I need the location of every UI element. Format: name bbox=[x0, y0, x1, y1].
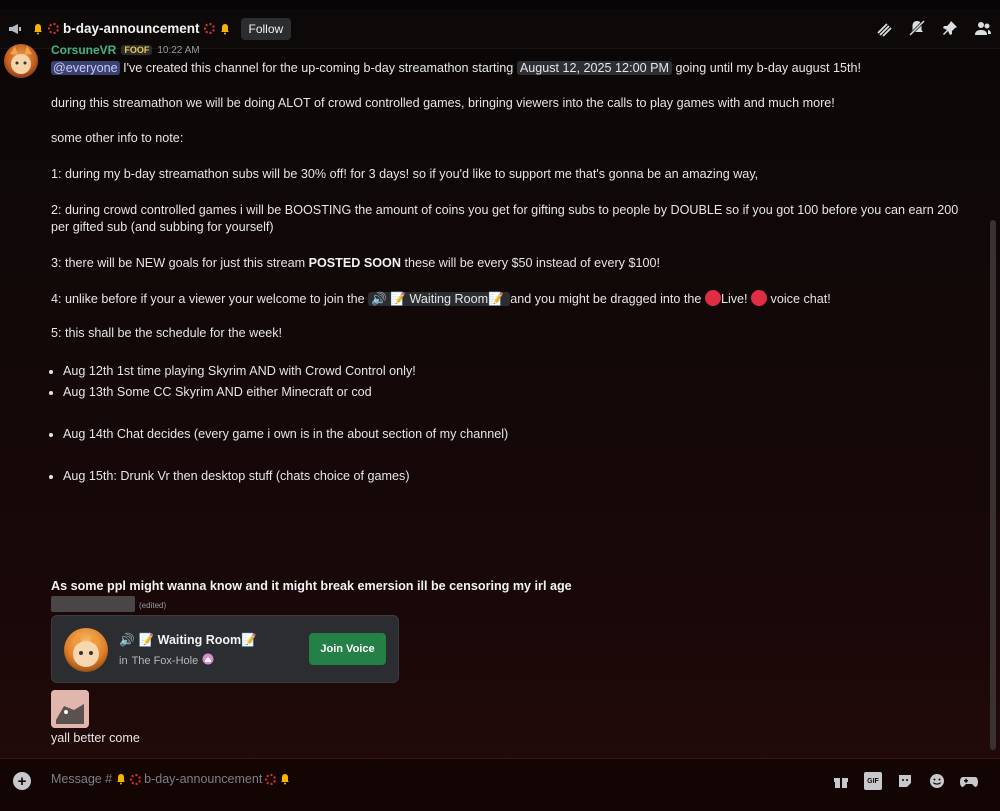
message-text: 4: unlike before if your a viewer your w… bbox=[51, 292, 365, 306]
placeholder-channel: b-day-announcement bbox=[144, 772, 263, 786]
voice-room-name: 🔊 📝 Waiting Room📝 bbox=[119, 633, 257, 648]
ring-icon bbox=[130, 773, 142, 785]
ring-icon bbox=[203, 23, 215, 34]
speaker-icon: 🔊 bbox=[371, 292, 387, 306]
follow-button[interactable]: Follow bbox=[240, 17, 292, 40]
server-name: The Fox-Hole bbox=[131, 654, 199, 667]
voice-invite-card: 🔊 📝 Waiting Room📝 in The Fox-Hole Join V… bbox=[51, 615, 399, 683]
message-line-1: @everyone I've created this channel for … bbox=[51, 60, 971, 77]
message-text: going until my b-day august 15th! bbox=[675, 61, 861, 75]
red-circle-icon bbox=[704, 290, 721, 306]
message-paragraph: some other info to note: bbox=[51, 131, 184, 145]
bell-icon bbox=[279, 773, 291, 785]
activities-icon[interactable] bbox=[960, 772, 978, 790]
message-text: these will be every $50 instead of every… bbox=[404, 256, 660, 270]
channel-name: b-day-announcement bbox=[63, 21, 200, 36]
message-text: voice chat! bbox=[770, 292, 831, 306]
message-time: 10:22 AM bbox=[157, 44, 200, 56]
list-item: Aug 15th: Drunk Vr then desktop stuff (c… bbox=[63, 469, 410, 483]
announcement-channel-icon bbox=[6, 20, 24, 38]
threads-icon[interactable] bbox=[875, 19, 893, 37]
list-item: Aug 13th Some CC Skyrim AND either Minec… bbox=[63, 385, 372, 399]
channel-header: b-day-announcement Follow bbox=[0, 9, 1000, 49]
join-voice-button[interactable]: Join Voice bbox=[309, 633, 386, 665]
message-text: and you might be dragged into the bbox=[510, 292, 702, 306]
edited-label: (edited) bbox=[139, 601, 167, 610]
ring-icon bbox=[265, 773, 277, 785]
sticker-icon[interactable] bbox=[896, 772, 914, 790]
bold-note: As some ppl might wanna know and it migh… bbox=[51, 579, 572, 593]
message-text: I've created this channel for the up-com… bbox=[123, 61, 514, 75]
red-circle-icon bbox=[751, 290, 768, 306]
message-paragraph: 3: there will be NEW goals for just this… bbox=[51, 255, 971, 272]
bell-icon bbox=[32, 23, 44, 35]
message-text: Live! bbox=[720, 292, 748, 306]
scrollbar[interactable] bbox=[990, 220, 996, 750]
role-tag: FOOF bbox=[121, 45, 153, 55]
window-top-strip bbox=[0, 0, 1000, 9]
message-paragraph: during this streamathon we will be doing… bbox=[51, 96, 835, 110]
gift-icon[interactable] bbox=[832, 772, 850, 790]
list-item: Aug 12th 1st time playing Skyrim AND wit… bbox=[63, 364, 416, 378]
speaker-icon: 🔊 bbox=[119, 633, 135, 647]
message-composer: + Message # b-day-announcement GIF bbox=[0, 758, 1000, 811]
author-row: CorsuneVR FOOF 10:22 AM bbox=[51, 44, 200, 56]
server-prefix: in bbox=[119, 654, 128, 667]
user-avatar-sticker bbox=[51, 690, 89, 728]
voice-room-label: 📝 Waiting Room📝 bbox=[138, 633, 257, 647]
bell-icon bbox=[115, 773, 127, 785]
server-avatar bbox=[64, 628, 108, 672]
add-attachment-icon[interactable]: + bbox=[13, 772, 31, 790]
gif-icon[interactable]: GIF bbox=[864, 772, 882, 790]
channel-chip[interactable]: 🔊 📝 Waiting Room📝 bbox=[368, 292, 511, 306]
composer-toolbar: GIF bbox=[832, 772, 978, 790]
list-item: Aug 14th Chat decides (every game i own … bbox=[63, 427, 508, 441]
bold-text: POSTED SOON bbox=[308, 256, 401, 270]
message-paragraph: 1: during my b-day streamathon subs will… bbox=[51, 167, 759, 181]
ring-icon bbox=[48, 23, 59, 34]
everyone-mention[interactable]: @everyone bbox=[51, 61, 120, 75]
message-input[interactable]: Message # b-day-announcement bbox=[51, 772, 291, 786]
header-toolbar bbox=[875, 19, 992, 37]
voice-server: in The Fox-Hole bbox=[119, 653, 214, 668]
followup-message: yall better come bbox=[51, 731, 140, 745]
message-paragraph: 2: during crowd controlled games i will … bbox=[51, 203, 959, 234]
placeholder-prefix: Message # bbox=[51, 772, 113, 786]
message-paragraph: 5: this shall be the schedule for the we… bbox=[51, 326, 283, 340]
channel-chip-label: 📝 Waiting Room📝 bbox=[390, 292, 504, 306]
author-name[interactable]: CorsuneVR bbox=[51, 44, 116, 56]
timestamp-chip[interactable]: August 12, 2025 12:00 PM bbox=[516, 61, 672, 75]
message-paragraph: 4: unlike before if your a viewer your w… bbox=[51, 290, 971, 308]
bell-icon bbox=[219, 23, 231, 35]
author-avatar[interactable] bbox=[4, 44, 38, 78]
message-text: 3: there will be NEW goals for just this… bbox=[51, 256, 306, 270]
notification-mute-icon[interactable] bbox=[908, 19, 926, 37]
censored-text bbox=[51, 596, 135, 612]
server-badge-icon bbox=[202, 653, 214, 668]
gif-label: GIF bbox=[864, 772, 882, 790]
member-list-icon[interactable] bbox=[974, 19, 992, 37]
channel-title: b-day-announcement bbox=[32, 21, 231, 36]
emoji-icon[interactable] bbox=[928, 772, 946, 790]
pin-icon[interactable] bbox=[941, 19, 959, 37]
